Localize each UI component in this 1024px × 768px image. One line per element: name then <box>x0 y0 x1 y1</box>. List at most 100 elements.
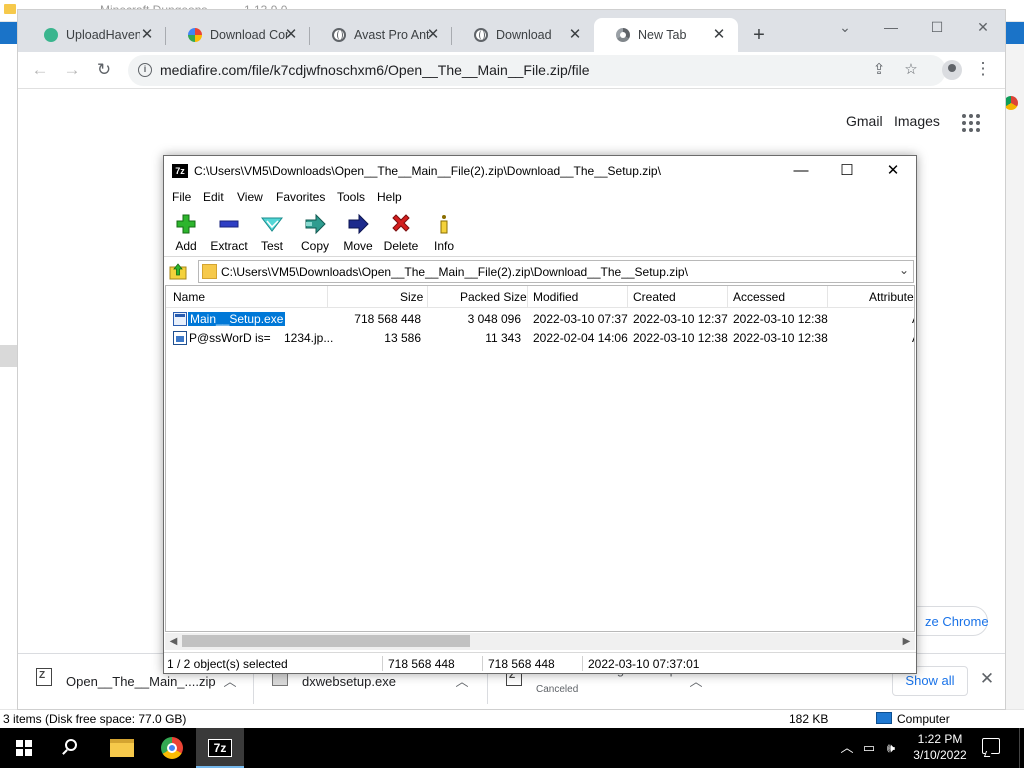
move-button[interactable]: Move <box>336 209 380 255</box>
chevron-up-icon[interactable]: ︿ <box>838 739 856 757</box>
search-button[interactable] <box>48 728 96 768</box>
globe-icon <box>474 28 488 42</box>
path-text[interactable]: C:\Users\VM5\Downloads\Open__The__Main__… <box>221 265 688 279</box>
column-divider[interactable] <box>727 286 728 308</box>
zip-file-icon <box>36 668 52 686</box>
network-icon[interactable]: ▭ <box>860 739 878 757</box>
close-tab-icon[interactable]: ✕ <box>282 26 300 44</box>
tab-title: Download Cor <box>210 28 288 42</box>
column-modified[interactable]: Modified <box>533 290 578 304</box>
path-combobox[interactable]: C:\Users\VM5\Downloads\Open__The__Main__… <box>198 260 914 283</box>
column-divider[interactable] <box>427 286 428 308</box>
info-button[interactable]: Info <box>422 209 466 255</box>
column-divider[interactable] <box>327 286 328 308</box>
chevron-up-icon[interactable]: ︿ <box>454 674 470 690</box>
chevron-up-icon[interactable]: ︿ <box>688 674 704 690</box>
clock[interactable]: 1:22 PM 3/10/2022 <box>900 731 980 765</box>
taskbar-file-explorer[interactable] <box>98 728 146 768</box>
copy-button[interactable]: Copy <box>293 209 337 255</box>
tab-search-icon[interactable]: ⌄ <box>822 14 868 40</box>
menu-tools[interactable]: Tools <box>337 190 365 204</box>
share-icon[interactable]: ⇪ <box>870 61 888 79</box>
gmail-link[interactable]: Gmail <box>846 113 883 129</box>
column-divider[interactable] <box>827 286 828 308</box>
folder-up-icon[interactable] <box>169 262 187 280</box>
taskbar-chrome[interactable] <box>148 728 196 768</box>
column-name[interactable]: Name <box>173 290 205 304</box>
tab-avast-pro[interactable]: Avast Pro Antiv ✕ <box>310 18 452 52</box>
column-created[interactable]: Created <box>633 290 676 304</box>
google-drive-icon <box>188 28 202 42</box>
file-name[interactable]: P@ssWorD is= 1234.jp... <box>189 331 333 345</box>
column-divider[interactable] <box>627 286 628 308</box>
chevron-down-icon[interactable]: ⌄ <box>899 263 909 277</box>
column-packed-size[interactable]: Packed Size <box>460 290 527 304</box>
show-desktop-button[interactable] <box>1019 728 1024 768</box>
back-button[interactable]: ← <box>28 59 52 81</box>
move-arrow-icon <box>348 213 369 235</box>
scrollbar-thumb[interactable] <box>182 635 470 647</box>
info-label: Info <box>433 239 454 253</box>
column-size[interactable]: Size <box>400 290 423 304</box>
delete-button[interactable]: Delete <box>379 209 423 255</box>
delete-x-icon <box>392 214 410 232</box>
horizontal-scrollbar[interactable]: ◀ ▶ <box>165 633 915 650</box>
menu-edit[interactable]: Edit <box>203 190 224 204</box>
background-right-pane <box>1005 22 1024 709</box>
minimize-button[interactable]: — <box>778 156 824 186</box>
maximize-button[interactable]: ☐ <box>914 14 960 40</box>
7zip-title-bar[interactable]: 7z C:\Users\VM5\Downloads\Open__The__Mai… <box>164 156 916 187</box>
chrome-shortcut-icon <box>1004 96 1018 110</box>
menu-view[interactable]: View <box>237 190 263 204</box>
start-button[interactable] <box>0 728 48 768</box>
close-icon[interactable]: ✕ <box>978 670 996 688</box>
column-accessed[interactable]: Accessed <box>733 290 785 304</box>
close-tab-icon[interactable]: ✕ <box>710 26 728 44</box>
close-window-button[interactable]: ✕ <box>960 14 1005 40</box>
tab-download[interactable]: Download ✕ <box>452 18 594 52</box>
close-tab-icon[interactable]: ✕ <box>138 26 156 44</box>
notification-center-icon[interactable] <box>982 738 1000 754</box>
menu-file[interactable]: File <box>172 190 191 204</box>
tab-new-tab[interactable]: New Tab ✕ <box>594 18 738 52</box>
volume-icon[interactable]: 🕪 <box>882 739 900 757</box>
new-tab-button[interactable]: + <box>748 25 770 47</box>
profile-avatar-icon[interactable] <box>942 60 962 80</box>
file-list: Name Size Packed Size Modified Created A… <box>165 285 915 632</box>
maximize-button[interactable]: ☐ <box>824 156 870 186</box>
close-tab-icon[interactable]: ✕ <box>566 26 584 44</box>
chevron-up-icon[interactable]: ︿ <box>222 674 238 690</box>
location-status: Computer <box>897 712 950 726</box>
scroll-left-icon[interactable]: ◀ <box>166 634 181 649</box>
minimize-button[interactable]: — <box>868 14 914 40</box>
add-button[interactable]: Add <box>164 209 208 255</box>
address-bar[interactable]: i mediafire.com/file/k7cdjwfnoschxm6/Ope… <box>128 55 946 86</box>
column-attributes[interactable]: Attributes <box>869 290 914 304</box>
7zip-address-bar: C:\Users\VM5\Downloads\Open__The__Main__… <box>164 259 916 283</box>
menu-favorites[interactable]: Favorites <box>276 190 325 204</box>
tab-strip: UploadHaven ✕ Download Cor ✕ Avast Pro A… <box>18 10 1005 52</box>
scroll-right-icon[interactable]: ▶ <box>899 634 914 649</box>
close-tab-icon[interactable]: ✕ <box>424 26 442 44</box>
tab-download-cor[interactable]: Download Cor ✕ <box>166 18 310 52</box>
site-info-icon[interactable]: i <box>138 63 152 77</box>
table-row[interactable]: Main__Setup.exe 718 568 448 3 048 096 20… <box>166 310 914 329</box>
images-link[interactable]: Images <box>894 113 940 129</box>
forward-button[interactable]: → <box>60 59 84 81</box>
url-text[interactable]: mediafire.com/file/k7cdjwfnoschxm6/Open_… <box>160 62 590 78</box>
chrome-menu-icon[interactable]: ⋮ <box>974 58 992 80</box>
menu-help[interactable]: Help <box>377 190 402 204</box>
taskbar-7zip[interactable]: 7z <box>196 728 244 768</box>
tab-uploadhaven[interactable]: UploadHaven ✕ <box>22 18 166 52</box>
extract-button[interactable]: Extract <box>207 209 251 255</box>
bookmark-star-icon[interactable]: ☆ <box>902 61 920 79</box>
close-window-button[interactable]: ✕ <box>870 156 916 186</box>
reload-button[interactable]: ↻ <box>92 59 116 81</box>
column-divider[interactable] <box>527 286 528 308</box>
test-button[interactable]: Test <box>250 209 294 255</box>
google-apps-icon[interactable] <box>962 114 980 132</box>
file-name[interactable]: Main__Setup.exe <box>186 311 287 327</box>
download-filename: dxwebsetup.exe <box>302 674 396 689</box>
table-row[interactable]: P@ssWorD is= 1234.jp... 13 586 11 343 20… <box>166 329 914 348</box>
move-label: Move <box>343 239 373 253</box>
